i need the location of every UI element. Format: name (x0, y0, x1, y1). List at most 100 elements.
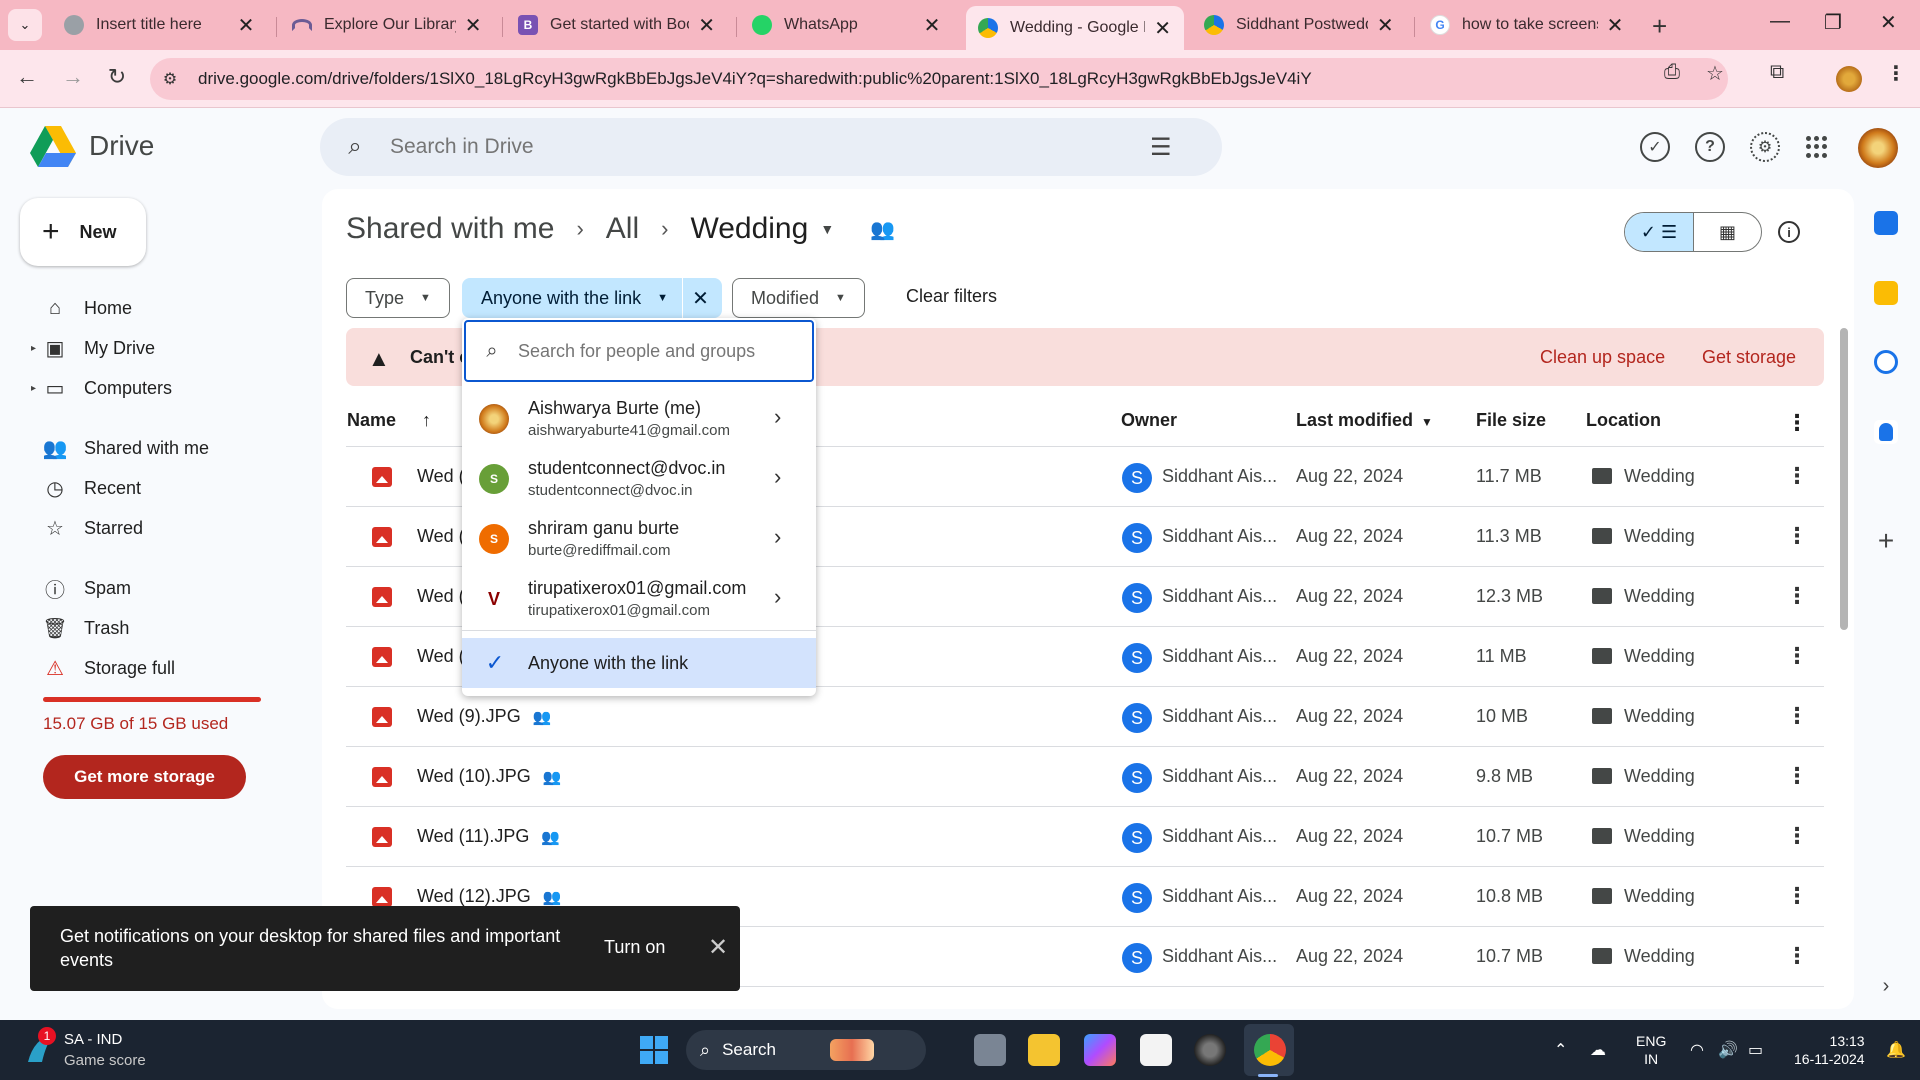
location[interactable]: Wedding (1624, 766, 1695, 787)
address-bar[interactable]: ⚙ drive.google.com/drive/folders/1SlX0_1… (150, 58, 1728, 100)
notification-bell-icon[interactable]: 🔔 (1886, 1040, 1906, 1060)
caret-down-icon[interactable]: ▼ (1421, 415, 1433, 429)
gear-icon[interactable]: ⚙ (1750, 132, 1780, 162)
sidebar-item-my-drive[interactable]: ▣ My Drive (40, 331, 155, 365)
close-icon[interactable]: ✕ (1376, 13, 1394, 38)
app-name[interactable]: Drive (89, 130, 154, 162)
browser-tab[interactable]: Insert title here ✕ (52, 6, 268, 44)
browser-tab[interactable]: Explore Our Library - ✕ (280, 6, 494, 44)
expand-caret-icon[interactable]: ▸ (31, 343, 36, 354)
account-avatar[interactable] (1858, 128, 1898, 168)
ready-offline-icon[interactable]: ✓ (1640, 132, 1670, 162)
more-actions-icon[interactable]: ⋮ (1786, 823, 1808, 849)
more-actions-icon[interactable]: ⋮ (1786, 703, 1808, 729)
sidebar-item-storage[interactable]: ⚠ Storage full (40, 651, 175, 685)
browser-tab[interactable]: Siddhant Postweddin ✕ (1192, 6, 1406, 44)
chevron-right-icon[interactable]: › (1874, 975, 1898, 999)
browser-menu-icon[interactable]: ⋮ (1886, 61, 1906, 86)
file-explorer-icon[interactable] (1028, 1034, 1060, 1066)
reload-icon[interactable]: ↻ (102, 64, 132, 90)
task-view-icon[interactable] (974, 1034, 1006, 1066)
expand-caret-icon[interactable]: ▸ (31, 383, 36, 394)
forward-arrow-icon[interactable]: → (58, 64, 88, 90)
back-arrow-icon[interactable]: ← (12, 64, 42, 90)
battery-icon[interactable]: ▭ (1748, 1040, 1763, 1060)
get-storage-button[interactable]: Get storage (1702, 347, 1796, 368)
breadcrumb-item[interactable]: All (606, 212, 639, 246)
sidebar-item-starred[interactable]: ☆ Starred (40, 511, 143, 545)
apps-grid-icon[interactable] (1806, 136, 1828, 158)
help-icon[interactable]: ? (1695, 132, 1725, 162)
sidebar-item-home[interactable]: ⌂ Home (40, 291, 132, 325)
people-filter-chip[interactable]: Anyone with the link ▼ ✕ (462, 278, 722, 318)
microsoft-store-icon[interactable] (1140, 1034, 1172, 1066)
keep-icon[interactable] (1874, 281, 1898, 305)
minimize-icon[interactable]: — (1770, 10, 1790, 33)
browser-tab[interactable]: G how to take screensh ✕ (1418, 6, 1636, 44)
scrollbar[interactable] (1840, 328, 1848, 630)
new-tab-button[interactable]: + (1652, 11, 1667, 42)
location[interactable]: Wedding (1624, 826, 1695, 847)
onedrive-icon[interactable]: ☁ (1590, 1040, 1606, 1060)
chevron-right-icon[interactable]: › (774, 404, 781, 430)
browser-tab[interactable]: B Get started with Boot ✕ (506, 6, 728, 44)
more-actions-icon[interactable]: ⋮ (1786, 583, 1808, 609)
copilot-icon[interactable] (1084, 1034, 1116, 1066)
location[interactable]: Wedding (1624, 526, 1695, 547)
chevron-up-icon[interactable]: ⌃ (1554, 1040, 1567, 1060)
close-icon[interactable]: ✕ (236, 13, 256, 38)
drive-logo-icon[interactable] (30, 126, 76, 168)
restore-icon[interactable]: ❐ (1824, 10, 1842, 35)
url-text[interactable]: drive.google.com/drive/folders/1SlX0_18L… (190, 69, 1312, 89)
sidebar-item-shared-with-me[interactable]: 👥 Shared with me (40, 431, 210, 465)
extensions-icon[interactable]: ⧉ (1770, 61, 1784, 84)
people-search-field[interactable]: ⌕ (464, 320, 814, 382)
column-header-owner[interactable]: Owner (1121, 410, 1177, 431)
file-name[interactable]: Wed (10).JPG 👥 (417, 766, 561, 787)
close-icon[interactable]: ✕ (697, 13, 716, 38)
more-actions-icon[interactable]: ⋮ (1786, 463, 1808, 489)
file-name[interactable]: Wed (9).JPG 👥 (417, 706, 551, 727)
chevron-right-icon[interactable]: › (774, 464, 781, 490)
column-options-icon[interactable]: ⋮ (1786, 410, 1808, 436)
site-settings-icon[interactable]: ⚙ (150, 69, 190, 89)
drive-search-bar[interactable]: ⌕ ☰ (320, 118, 1222, 176)
location[interactable]: Wedding (1624, 946, 1695, 967)
tasks-icon[interactable] (1874, 350, 1898, 374)
info-icon[interactable]: i (1778, 221, 1800, 243)
browser-tab[interactable]: WhatsApp ✕ (740, 6, 954, 44)
windows-start-icon[interactable] (640, 1036, 668, 1064)
calendar-icon[interactable] (1874, 211, 1898, 235)
location[interactable]: Wedding (1624, 706, 1695, 727)
modified-filter-chip[interactable]: Modified ▼ (732, 278, 865, 318)
tab-search-button[interactable]: ⌄ (8, 9, 42, 41)
more-actions-icon[interactable]: ⋮ (1786, 883, 1808, 909)
clear-filters-button[interactable]: Clear filters (906, 286, 997, 307)
table-row[interactable]: Wed (11).JPG 👥 S Siddhant Ais... Aug 22, 202… (346, 807, 1824, 867)
column-header-last-modified[interactable]: Last modified ▼ (1296, 410, 1433, 431)
more-actions-icon[interactable]: ⋮ (1786, 523, 1808, 549)
clear-filter-icon[interactable]: ✕ (681, 278, 718, 318)
table-row[interactable]: Wed (9).JPG 👥 S Siddhant Ais... Aug 22, 2024… (346, 687, 1824, 747)
breadcrumb-current[interactable]: Wedding (690, 212, 808, 246)
close-icon[interactable]: ✕ (464, 13, 482, 38)
new-button[interactable]: + New (20, 198, 146, 266)
column-header-name[interactable]: Name ↑ (347, 410, 431, 431)
install-app-icon[interactable]: ⎙ (1664, 61, 1680, 84)
more-actions-icon[interactable]: ⋮ (1786, 763, 1808, 789)
settings-app-icon[interactable] (1194, 1034, 1226, 1066)
language-indicator[interactable]: ENG IN (1636, 1032, 1666, 1068)
browser-tab-active[interactable]: Wedding - Google D ✕ (966, 6, 1184, 50)
sidebar-item-computers[interactable]: ▭ Computers (40, 371, 172, 405)
close-icon[interactable]: ✕ (922, 13, 942, 38)
list-view-button[interactable]: ✓ ☰ (1625, 213, 1694, 251)
close-icon[interactable]: ✕ (708, 933, 728, 962)
caret-down-icon[interactable]: ▼ (820, 221, 834, 237)
table-row[interactable]: Wed (10).JPG 👥 S Siddhant Ais... Aug 22, 202… (346, 747, 1824, 807)
anyone-with-link-option[interactable]: ✓ Anyone with the link (462, 638, 816, 688)
sidebar-item-recent[interactable]: ◷ Recent (40, 471, 141, 505)
location[interactable]: Wedding (1624, 646, 1695, 667)
grid-view-button[interactable]: ▦ (1694, 213, 1761, 251)
add-addon-icon[interactable]: + (1874, 527, 1898, 555)
bookmark-star-icon[interactable]: ☆ (1706, 61, 1724, 86)
